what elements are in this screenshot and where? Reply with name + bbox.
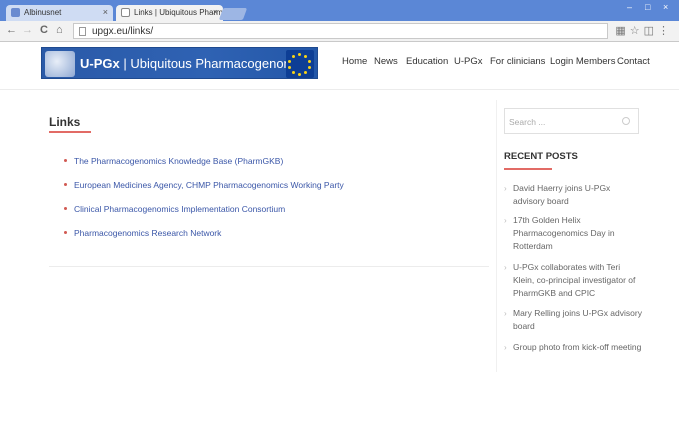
page-icon bbox=[79, 27, 86, 36]
toolbar-icons: ▦☆◫⋮ bbox=[615, 24, 673, 37]
tab-close-icon[interactable]: × bbox=[103, 7, 108, 17]
address-bar[interactable]: upgx.eu/links/ bbox=[73, 23, 608, 39]
chevron-right-icon: › bbox=[504, 263, 507, 272]
recent-post-link[interactable]: David Haerry joins U-PGx advisory board bbox=[513, 182, 643, 208]
link-cpic[interactable]: Clinical Pharmacogenomics Implementation… bbox=[74, 204, 285, 214]
site-logo[interactable]: U-PGx | Ubiquitous Pharmacogenomics bbox=[41, 47, 318, 79]
url-text: upgx.eu/links/ bbox=[92, 26, 154, 37]
nav-upgx[interactable]: U-PGx bbox=[454, 56, 483, 67]
browser-titlebar: Albinusnet × Links | Ubiquitous Pharma ×… bbox=[0, 0, 679, 21]
bullet-icon bbox=[64, 207, 67, 210]
nav-login-members[interactable]: Login Members bbox=[550, 56, 615, 67]
tab-label: Albinusnet bbox=[24, 8, 62, 17]
link-ema-chmp[interactable]: European Medicines Agency, CHMP Pharmaco… bbox=[74, 180, 344, 190]
home-icon[interactable]: ⌂ bbox=[56, 24, 63, 36]
reload-icon[interactable]: C bbox=[40, 24, 48, 36]
recent-post-link[interactable]: U-PGx collaborates with Teri Klein, co-p… bbox=[513, 261, 643, 300]
eu-flag-icon bbox=[286, 50, 314, 78]
search-icon[interactable] bbox=[622, 117, 630, 125]
page-title: Links bbox=[49, 115, 81, 129]
bookmark-star-icon[interactable]: ☆ bbox=[630, 25, 644, 37]
browser-tab-albinusnet[interactable]: Albinusnet × bbox=[6, 5, 113, 21]
translate-icon[interactable]: ▦ bbox=[615, 25, 629, 37]
close-window-button[interactable]: × bbox=[663, 2, 668, 12]
page-favicon-icon bbox=[121, 8, 130, 17]
chevron-right-icon: › bbox=[504, 184, 507, 193]
title-underline bbox=[49, 131, 91, 133]
extension-icon[interactable]: ◫ bbox=[644, 25, 658, 37]
nav-home[interactable]: Home bbox=[342, 56, 367, 67]
nav-contact[interactable]: Contact bbox=[617, 56, 650, 67]
tab-close-icon[interactable]: × bbox=[213, 7, 218, 17]
back-arrow-icon[interactable]: ← bbox=[6, 24, 17, 36]
recent-post-link[interactable]: Group photo from kick-off meeting bbox=[513, 341, 643, 354]
pill-logo-icon bbox=[45, 51, 75, 77]
link-pharmgkb[interactable]: The Pharmacogenomics Knowledge Base (Pha… bbox=[74, 156, 283, 166]
browser-toolbar: ← → C ⌂ upgx.eu/links/ ▦☆◫⋮ bbox=[0, 21, 679, 42]
logo-text: U-PGx | Ubiquitous Pharmacogenomics bbox=[80, 56, 310, 71]
recent-posts-underline bbox=[504, 168, 552, 170]
nav-for-clinicians[interactable]: For clinicians bbox=[490, 56, 545, 67]
minimize-button[interactable]: – bbox=[627, 2, 632, 12]
chevron-right-icon: › bbox=[504, 216, 507, 225]
sidebar-divider bbox=[496, 100, 497, 372]
bullet-icon bbox=[64, 231, 67, 234]
browser-tab-links[interactable]: Links | Ubiquitous Pharma × bbox=[116, 5, 223, 21]
chevron-right-icon: › bbox=[504, 343, 507, 352]
bullet-icon bbox=[64, 159, 67, 162]
search-placeholder: Search ... bbox=[509, 117, 546, 127]
menu-icon[interactable]: ⋮ bbox=[658, 25, 673, 37]
albinusnet-favicon-icon bbox=[11, 8, 20, 17]
nav-news[interactable]: News bbox=[374, 56, 398, 67]
bullet-icon bbox=[64, 183, 67, 186]
recent-post-link[interactable]: 17th Golden Helix Pharmacogenomics Day i… bbox=[513, 214, 643, 253]
header-divider bbox=[0, 89, 679, 90]
maximize-button[interactable]: □ bbox=[645, 2, 650, 12]
tab-label: Links | Ubiquitous Pharma bbox=[134, 8, 223, 17]
logo-brand: U-PGx bbox=[80, 56, 120, 71]
search-input[interactable]: Search ... bbox=[504, 108, 639, 134]
link-pgrn[interactable]: Pharmacogenomics Research Network bbox=[74, 228, 221, 238]
new-tab-button[interactable] bbox=[218, 8, 248, 20]
content-divider bbox=[49, 266, 489, 267]
forward-arrow-icon[interactable]: → bbox=[22, 24, 33, 36]
recent-post-link[interactable]: Mary Relling joins U-PGx advisory board bbox=[513, 307, 643, 333]
logo-tagline: | Ubiquitous Pharmacogenomics bbox=[123, 56, 311, 71]
nav-education[interactable]: Education bbox=[406, 56, 448, 67]
chevron-right-icon: › bbox=[504, 309, 507, 318]
recent-posts-heading: RECENT POSTS bbox=[504, 151, 578, 162]
